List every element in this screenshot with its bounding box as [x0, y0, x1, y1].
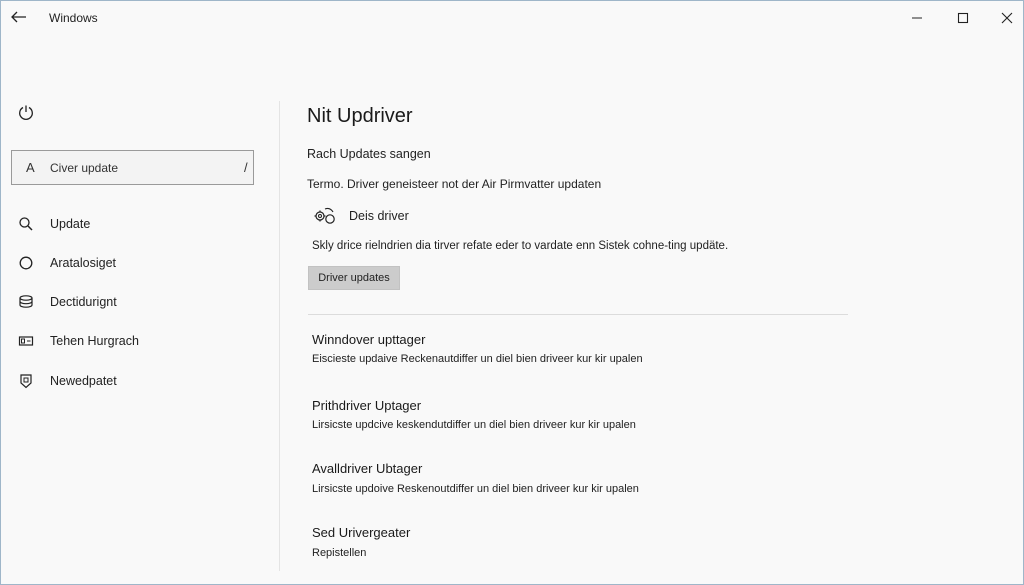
sidebar-item-aratalosiget[interactable]: Aratalosiget: [11, 248, 266, 278]
section-desc-avalldriver: Lirsicste updoive Reskenoutdiffer un die…: [312, 483, 639, 495]
section-desc-winndover: Eiscieste updaive Reckenautdiffer un die…: [312, 353, 643, 365]
sidebar-item-label: Dectidurignt: [50, 295, 117, 309]
sidebar-item-newedpatet[interactable]: Newedpatet: [11, 366, 266, 396]
section-desc-prithdriver: Lirsicste updcive keskendutdiffer un die…: [312, 419, 636, 431]
search-prefix: A: [26, 160, 35, 175]
settings-window: Windows A Civer update / Update Aratalos…: [0, 0, 1024, 585]
back-arrow-icon: [11, 11, 26, 23]
sidebar-divider: [279, 101, 280, 571]
home-button[interactable]: [17, 104, 35, 122]
section-desc-sed-urivergeater: Repistellen: [312, 547, 367, 559]
section-divider: [308, 314, 848, 315]
search-icon: [19, 217, 33, 231]
circle-icon: [19, 256, 33, 270]
close-icon: [1001, 12, 1013, 24]
window-title: Windows: [49, 11, 98, 25]
home-icon: [19, 105, 33, 120]
driver-label: Deis driver: [349, 209, 409, 223]
sidebar-item-update[interactable]: Update: [11, 209, 266, 239]
search-input[interactable]: A Civer update /: [11, 150, 254, 185]
shield-icon: [20, 374, 32, 389]
minimize-button[interactable]: [897, 5, 937, 31]
close-button[interactable]: [987, 5, 1024, 31]
description-text: Skly drice rielndrien dia tirver refate …: [312, 240, 729, 252]
sidebar-item-label: Aratalosiget: [50, 256, 117, 270]
driver-updates-button[interactable]: Driver updates: [308, 266, 400, 290]
status-text: Termo. Driver geneisteer not der Air Pir…: [307, 177, 602, 191]
device-icon: [18, 336, 34, 346]
driver-gear-icon: [314, 207, 335, 224]
storage-icon: [19, 295, 33, 308]
clear-search-button[interactable]: /: [244, 160, 248, 175]
back-button[interactable]: [7, 5, 31, 29]
page-subtitle: Rach Updates sangen: [307, 147, 431, 161]
sidebar-item-label: Newedpatet: [50, 374, 117, 388]
section-title-winndover[interactable]: Winndover upttager: [312, 332, 425, 347]
maximize-button[interactable]: [943, 5, 983, 31]
section-title-avalldriver[interactable]: Avalldriver Ubtager: [312, 461, 422, 476]
search-value: Civer update: [50, 161, 119, 175]
sidebar-item-dectidurignt[interactable]: Dectidurignt: [11, 287, 266, 317]
minimize-icon: [912, 17, 922, 19]
sidebar-item-tehen-hurgrach[interactable]: Tehen Hurgrach: [11, 326, 266, 356]
maximize-icon: [957, 12, 969, 24]
section-title-prithdriver[interactable]: Prithdriver Uptager: [312, 398, 421, 413]
sidebar-item-label: Update: [50, 217, 91, 231]
page-title: Nit Updriver: [307, 105, 413, 127]
title-bar: Windows: [1, 1, 1023, 37]
section-title-sed-urivergeater[interactable]: Sed Urivergeater: [312, 525, 410, 540]
sidebar-item-label: Tehen Hurgrach: [50, 334, 139, 348]
